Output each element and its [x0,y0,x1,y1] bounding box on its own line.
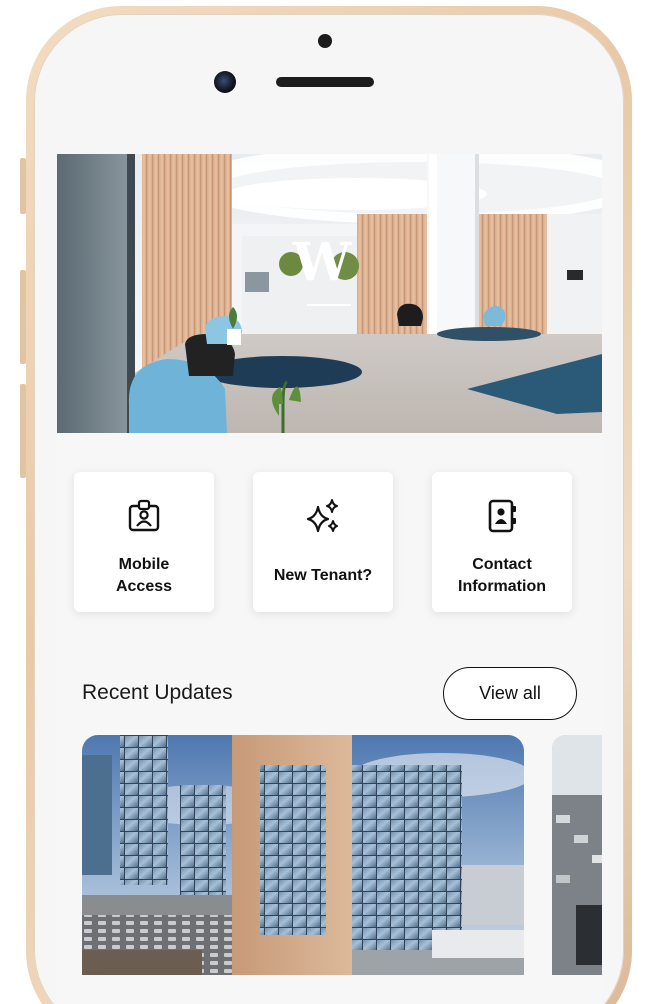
mobile-access-label: Mobile Access [115,556,173,595]
contact-information-label: Contact Information [458,556,546,595]
quick-actions: Mobile Access New Tenant? Contact Inform… [57,472,602,614]
earpiece-speaker [276,77,374,87]
sparkles-icon [304,496,342,536]
hero-lobby-image: W [57,154,602,433]
id-badge-icon [127,496,161,536]
view-all-button[interactable]: View all [443,667,577,720]
mobile-access-card[interactable]: Mobile Access [74,472,214,612]
new-tenant-label: New Tenant? [273,567,373,584]
update-card[interactable] [82,735,524,975]
update-card-next[interactable] [552,735,602,975]
lobby-illustration: W [57,154,602,433]
proximity-sensor [318,34,332,48]
update-card-next-image [552,735,602,975]
recent-updates-title: Recent Updates [82,681,233,704]
contact-information-card[interactable]: Contact Information [432,472,572,612]
app-screen: W Mobile Access New Tenant? Contact Info… [57,154,602,1004]
hero-logo: W [292,232,353,293]
front-camera [214,71,236,93]
new-tenant-card[interactable]: New Tenant? [253,472,393,612]
update-card-image [82,735,524,975]
contact-book-icon [485,496,519,536]
